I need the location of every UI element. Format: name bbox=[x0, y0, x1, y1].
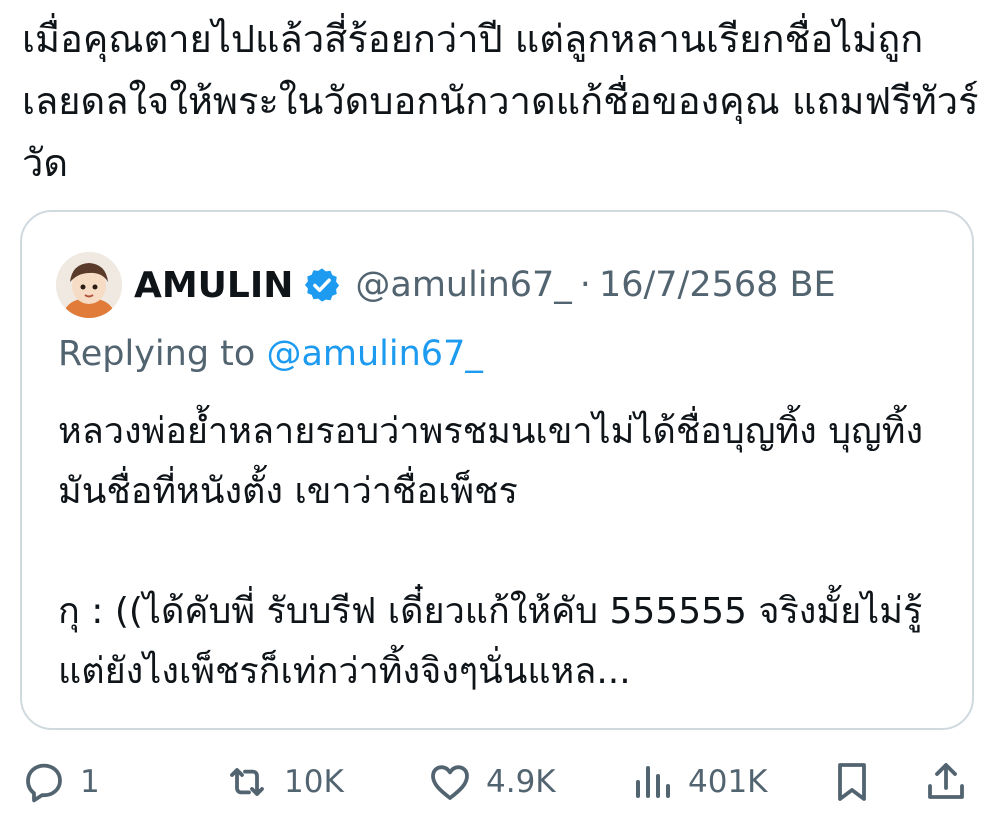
retweet-count: 10K bbox=[284, 764, 344, 800]
like-count: 4.9K bbox=[486, 764, 556, 800]
share-button[interactable] bbox=[922, 752, 970, 812]
separator-dot: · bbox=[579, 265, 591, 305]
quote-tweet-card[interactable]: AMULIN @amulin67_ · 16/7/2568 BE Replyin… bbox=[20, 210, 974, 730]
reply-icon bbox=[20, 758, 68, 806]
handle[interactable]: @amulin67_ bbox=[355, 265, 571, 305]
bookmark-icon bbox=[828, 758, 876, 806]
tweet-text: เมื่อคุณตายไปแล้วสี่ร้อยกว่าปี แต่ลูกหลา… bbox=[22, 17, 979, 185]
like-button[interactable]: 4.9K bbox=[426, 752, 556, 812]
replying-mention-link[interactable]: @amulin67_ bbox=[266, 334, 482, 374]
heart-icon bbox=[426, 758, 474, 806]
verified-badge-icon bbox=[303, 266, 341, 304]
share-icon bbox=[922, 758, 970, 806]
replying-prefix: Replying to bbox=[58, 334, 267, 374]
retweet-button[interactable]: 10K bbox=[222, 752, 344, 812]
avatar[interactable] bbox=[56, 252, 122, 318]
reply-button[interactable]: 1 bbox=[20, 752, 100, 812]
retweet-icon bbox=[222, 758, 272, 806]
display-name[interactable]: AMULIN bbox=[134, 265, 293, 306]
views-count: 401K bbox=[688, 764, 768, 800]
bookmark-button[interactable] bbox=[828, 752, 876, 812]
views-button[interactable]: 401K bbox=[628, 752, 768, 812]
replying-to: Replying to @amulin67_ bbox=[58, 334, 483, 374]
reply-count: 1 bbox=[80, 764, 100, 800]
quote-header: AMULIN @amulin67_ · 16/7/2568 BE bbox=[56, 252, 836, 318]
action-bar: 1 10K 4.9K 401K bbox=[0, 752, 1004, 812]
views-icon bbox=[628, 758, 676, 806]
timestamp[interactable]: 16/7/2568 BE bbox=[599, 265, 836, 305]
quote-text: หลวงพ่อย้ำหลายรอบว่าพรชมนเขาไม่ได้ชื่อบุ… bbox=[58, 411, 924, 692]
